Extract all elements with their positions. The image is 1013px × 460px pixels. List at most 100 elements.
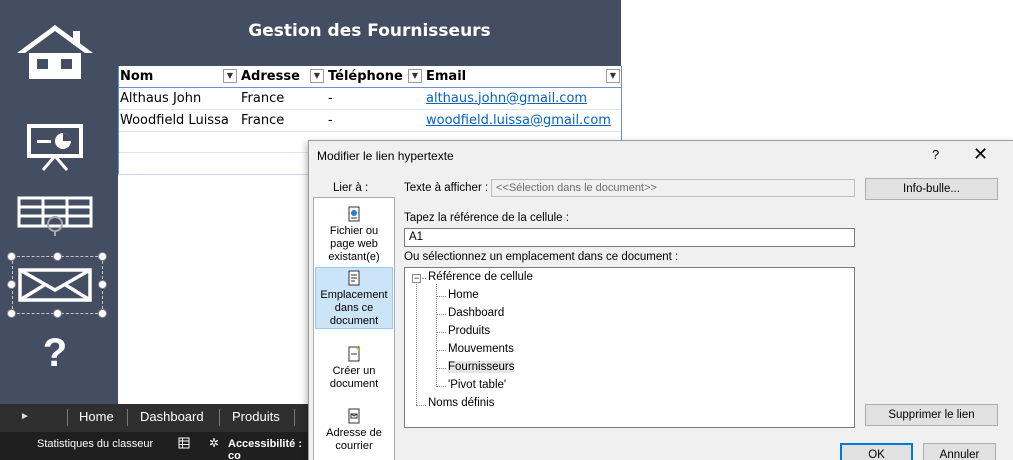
email-address-icon [348,408,360,424]
tree-node-defined-names[interactable]: Noms définis [428,397,494,409]
table-cell[interactable]: France [239,87,326,110]
remove-link-button[interactable]: Supprimer le lien [865,404,998,426]
accessibility-icon[interactable]: ✲ [209,436,219,450]
table-cell[interactable]: Althaus John [118,87,239,110]
link-type-bar: Fichier ou page web existant(e) Emplacem… [313,197,395,460]
table-border [118,66,119,174]
table-cell[interactable]: France [239,109,326,132]
email-link[interactable]: althaus.john@gmail.com [426,91,587,106]
filter-dropdown-icon[interactable]: ▼ [223,69,237,83]
tree-connector [422,278,426,279]
tree-node-sheet[interactable]: 'Pivot table' [448,379,506,391]
dialog-title: Modifier le lien hypertexte [317,149,454,163]
status-bar: Statistiques du classeur ✲ Accessibilité… [0,432,310,460]
table-cell[interactable]: woodfield.luissa@gmail.com [424,109,622,132]
new-document-icon [348,346,360,362]
help-icon[interactable]: ? [12,330,98,376]
filter-dropdown-icon[interactable]: ▼ [310,69,324,83]
column-header-nom: Nom ▼ [118,66,239,88]
text-to-display-label: Texte à afficher : [404,182,489,194]
tree-node-cell-reference[interactable]: Référence de cellule [428,271,533,283]
table-icon [17,196,93,236]
tree-connector [436,332,446,333]
tree-connector [416,284,417,405]
close-icon[interactable]: ✕ [973,144,988,165]
tab-separator [294,409,295,426]
table-cell[interactable]: - [326,87,424,110]
tooltip-button[interactable]: Info-bulle... [865,178,998,200]
column-header-adresse: Adresse ▼ [239,66,326,88]
filter-dropdown-icon[interactable]: ▼ [606,69,620,83]
location-label: Ou sélectionnez un emplacement dans ce d… [404,251,679,263]
link-type-existing-file[interactable]: Fichier ou page web existant(e) [315,204,393,264]
resize-handle[interactable] [98,309,107,318]
resize-handle[interactable] [7,309,16,318]
resize-handle[interactable] [7,252,16,261]
email-link[interactable]: woodfield.luissa@gmail.com [426,113,611,128]
table-cell[interactable]: - [326,109,424,132]
tree-node-sheet[interactable]: Produits [448,325,490,337]
tab-separator [127,409,128,426]
help-button[interactable]: ? [932,147,939,162]
document-place-icon [348,270,360,286]
table-header-row: Nom ▼ Adresse ▼ Téléphone ▼ Email ▼ [118,66,622,88]
collapse-icon[interactable]: − [412,274,421,283]
column-header-email: Email ▼ [424,66,622,88]
edit-hyperlink-dialog: Modifier le lien hypertexte ? ✕ Lier à :… [308,140,1013,460]
tree-node-sheet-selected[interactable]: Fournisseurs [448,361,515,373]
location-tree[interactable]: − Référence de cellule Home Dashboard Pr… [404,267,855,428]
tab-separator [67,409,68,426]
workbook-statistics-label[interactable]: Statistiques du classeur [37,438,153,450]
tree-node-sheet[interactable]: Home [448,289,479,301]
stats-grid-icon[interactable] [178,437,190,452]
link-type-place-in-document[interactable]: Emplacement dans ce document [315,267,393,329]
table-cell[interactable]: althaus.john@gmail.com [424,87,622,110]
excel-window: ? Gestion des Fournisseurs Nom ▼ Adresse ▼… [0,0,1013,460]
tab-home[interactable]: Home [79,409,114,424]
cell-reference-input[interactable]: A1 [404,228,855,247]
home-nav-button[interactable] [12,22,98,82]
web-page-icon [348,206,360,222]
suppliers-nav-button[interactable] [12,262,98,308]
scroll-tabs-right-icon[interactable]: ► [20,411,30,422]
text-to-display-field[interactable]: <<Sélection dans le document>> [491,179,855,197]
tree-connector [436,350,446,351]
resize-handle[interactable] [7,280,16,289]
tab-separator [219,409,220,426]
sheet-tabs-bar: ► Home Dashboard Produits [0,404,310,432]
table-cell[interactable]: Woodfield Luissa [118,109,239,132]
dashboard-nav-button[interactable] [12,122,98,172]
table-row: Althaus John France - althaus.john@gmail… [118,87,622,110]
home-icon [17,25,93,79]
table-nav-button[interactable] [12,194,98,238]
presentation-chart-icon [27,124,83,171]
table-border [621,66,622,146]
nav-sidebar: ? [0,0,118,404]
resize-handle[interactable] [98,252,107,261]
table-border [118,174,308,175]
tab-dashboard[interactable]: Dashboard [140,409,204,424]
ok-button[interactable]: OK [840,443,913,460]
accessibility-status[interactable]: Accessibilité : co [228,438,310,460]
mail-icon [18,268,92,302]
table-row: Woodfield Luissa France - woodfield.luis… [118,109,622,132]
resize-handle[interactable] [53,309,62,318]
cell-reference-label: Tapez la référence de la cellule : [404,212,569,224]
link-type-email-address[interactable]: Adresse de courrier [315,406,393,456]
tree-connector [436,296,446,297]
page-title: Gestion des Fournisseurs [248,21,491,41]
resize-handle[interactable] [98,280,107,289]
resize-handle[interactable] [53,252,62,261]
tree-connector [436,314,446,315]
filter-dropdown-icon[interactable]: ▼ [408,69,422,83]
tab-produits[interactable]: Produits [232,409,280,424]
tree-connector [436,368,446,369]
link-to-label: Lier à : [333,182,369,194]
tree-node-sheet[interactable]: Mouvements [448,343,514,355]
tree-node-sheet[interactable]: Dashboard [448,307,504,319]
tree-connector [436,386,446,387]
tree-connector [436,284,437,387]
tree-connector [416,405,426,406]
cancel-button[interactable]: Annuler [923,443,996,460]
link-type-new-document[interactable]: Créer un document [315,344,393,394]
